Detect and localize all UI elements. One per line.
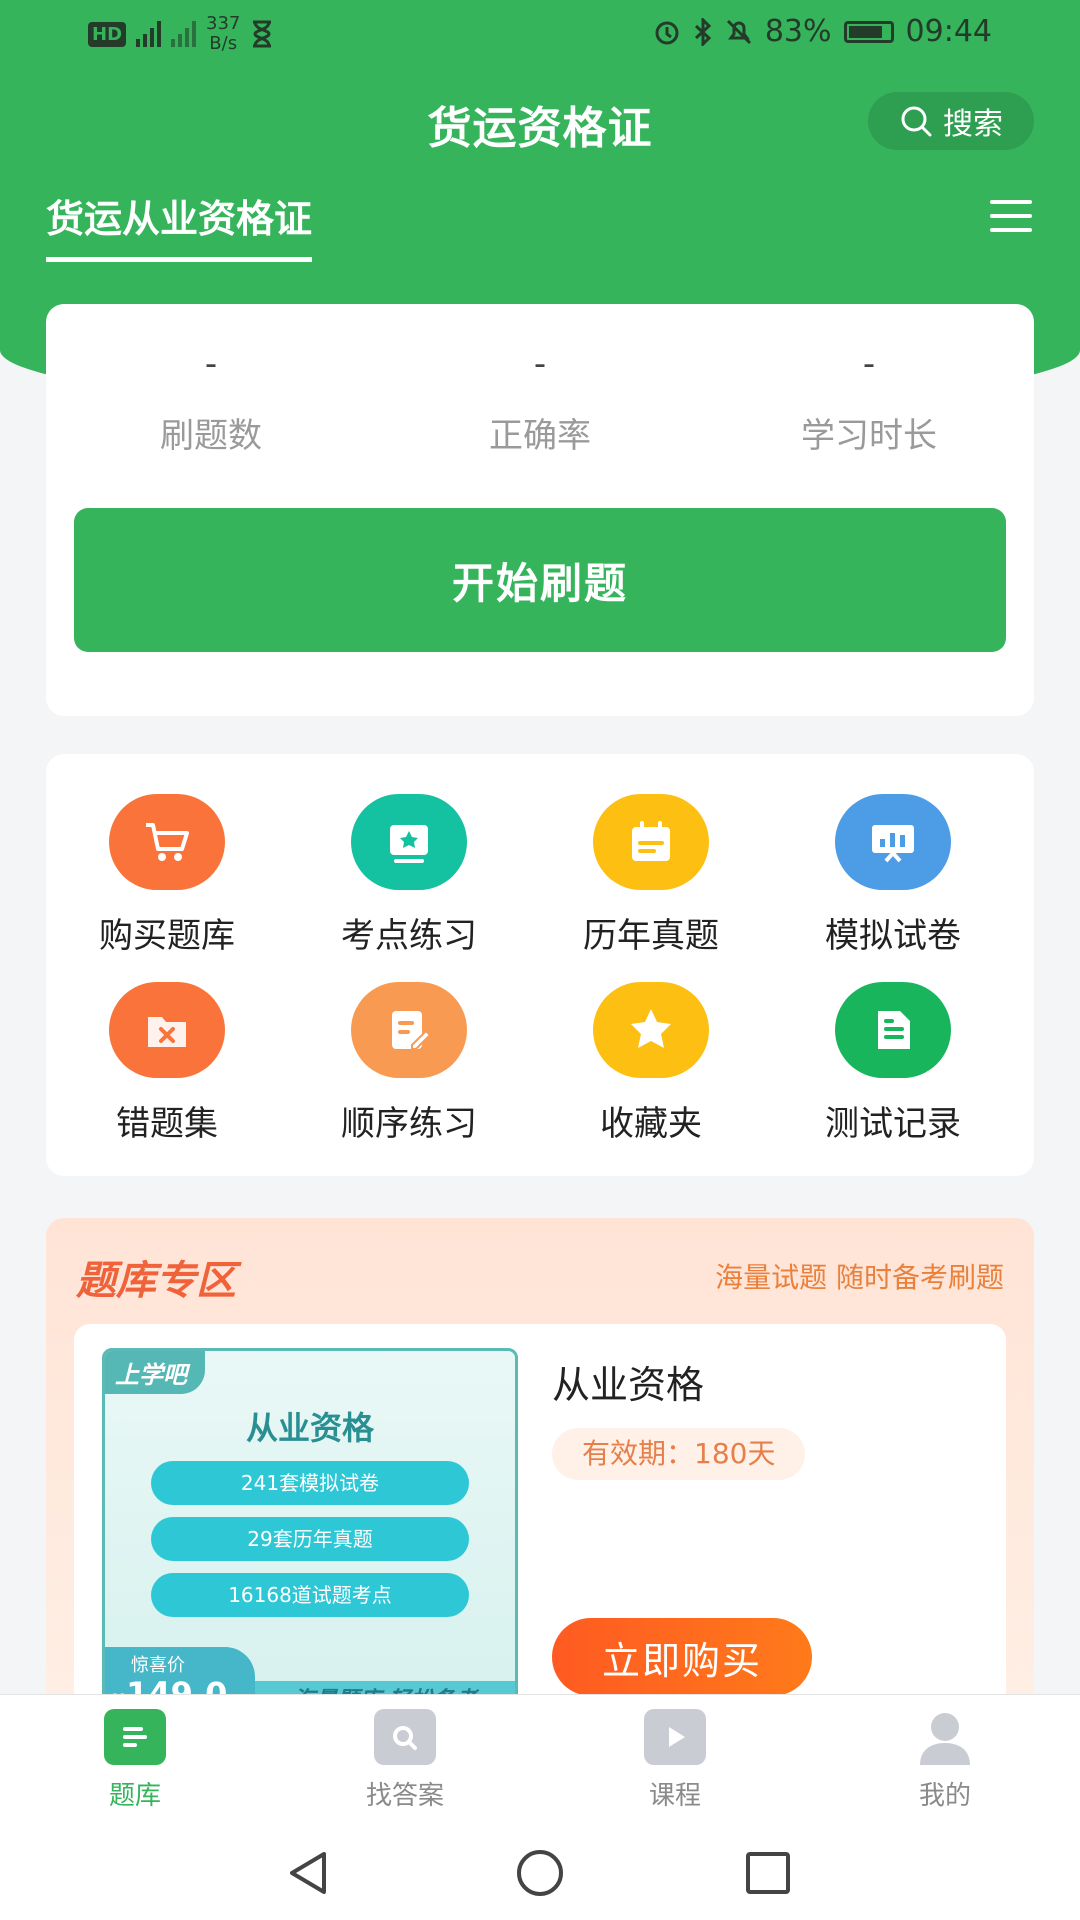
status-bar: HD 337 B/s 83% 09:44 [0,0,1080,68]
product-cover[interactable]: 上学吧 从业资格 241套模拟试卷 29套历年真题 16168道试题考点 惊喜价… [102,1348,518,1698]
tab-label: 找答案 [365,1781,444,1811]
feature-label: 购买题库 [99,916,235,956]
net-speed-unit: B/s [209,33,238,54]
stat-label: 学习时长 [801,416,937,456]
stat-question-count: - 刷题数 [46,344,376,457]
validity-badge: 有效期：180天 [552,1428,806,1480]
user-icon [914,1709,976,1765]
cover-brand: 上学吧 [105,1351,205,1394]
net-speed: 337 B/s [206,14,240,54]
cover-item: 241套模拟试卷 [151,1461,469,1505]
tab-label: 我的 [918,1781,971,1811]
question-bank-icon [104,1709,166,1765]
hd-badge: HD [88,21,127,47]
stat-value: - [862,344,876,384]
back-icon[interactable] [284,1848,332,1898]
cover-item: 16168道试题考点 [151,1573,469,1617]
mute-icon [726,19,751,44]
feature-label: 错题集 [116,1104,218,1144]
bluetooth-icon [694,17,712,46]
video-play-icon [644,1709,706,1765]
feature-favorites[interactable]: 收藏夹 [530,982,772,1145]
signal-2-icon [171,21,197,47]
star-card-icon [351,794,467,890]
presentation-icon [835,794,951,890]
signal-icon [136,21,162,47]
stat-value: - [533,344,547,384]
search-icon [901,106,932,137]
cover-price-box: 惊喜价 ¥149.0 [105,1647,255,1698]
feature-label: 历年真题 [583,916,719,956]
stats-card: - 刷题数 - 正确率 - 学习时长 开始刷题 [46,304,1034,716]
edit-doc-icon [351,982,467,1078]
price-label: 惊喜价 [131,1655,185,1676]
feature-test-records[interactable]: 测试记录 [772,982,1014,1145]
document-icon [835,982,951,1078]
tab-mine[interactable]: 我的 [810,1709,1080,1812]
search-label: 搜索 [943,107,1003,142]
feature-mock-exam[interactable]: 模拟试卷 [772,794,1014,957]
feature-wrong-questions[interactable]: 错题集 [46,982,288,1145]
feature-label: 测试记录 [825,1104,961,1144]
cart-icon [109,794,225,890]
feature-sequential-practice[interactable]: 顺序练习 [288,982,530,1145]
recents-icon[interactable] [744,1848,792,1898]
zone-subtitle: 海量试题 随时备考刷题 [715,1261,1004,1294]
tab-find-answers[interactable]: 找答案 [270,1709,540,1812]
search-answer-icon [374,1709,436,1765]
product-name: 从业资格 [552,1363,705,1407]
calendar-icon [593,794,709,890]
search-button[interactable]: 搜索 [868,92,1034,150]
tab-freight-qualification[interactable]: 货运从业资格证 [46,188,313,262]
question-bank-zone: 题库专区 海量试题 随时备考刷题 上学吧 从业资格 241套模拟试卷 29套历年… [46,1218,1034,1698]
stat-label: 刷题数 [160,416,262,456]
cover-item: 29套历年真题 [151,1517,469,1561]
feature-label: 顺序练习 [341,1104,477,1144]
tab-question-bank[interactable]: 题库 [0,1709,270,1812]
feature-grid: 购买题库 考点练习 历年真题 模拟试卷 错题集 顺序练习 收藏夹 测试记录 [46,754,1034,1176]
product-card[interactable]: 上学吧 从业资格 241套模拟试卷 29套历年真题 16168道试题考点 惊喜价… [74,1324,1006,1698]
net-speed-value: 337 [206,13,241,34]
battery-percent: 83% [764,14,832,49]
bottom-tab-bar: 题库 找答案 课程 我的 [0,1694,1080,1833]
home-icon[interactable] [514,1848,566,1898]
battery-icon [843,20,894,43]
feature-label: 考点练习 [341,916,477,956]
stat-accuracy: - 正确率 [375,344,705,457]
start-practice-button[interactable]: 开始刷题 [74,508,1006,652]
feature-key-point-practice[interactable]: 考点练习 [288,794,530,957]
stat-label: 正确率 [489,416,591,456]
tab-courses[interactable]: 课程 [540,1709,810,1812]
feature-label: 收藏夹 [600,1104,702,1144]
alarm-icon [655,21,679,44]
system-nav-bar [0,1832,1080,1920]
wrong-folder-icon [109,982,225,1078]
feature-past-exams[interactable]: 历年真题 [530,794,772,957]
star-icon [593,982,709,1078]
zone-title: 题库专区 [76,1258,236,1304]
stat-study-time: - 学习时长 [704,344,1034,457]
menu-icon[interactable] [990,200,1032,232]
clock: 09:44 [905,14,992,49]
tab-label: 题库 [108,1781,161,1811]
stat-value: - [204,344,218,384]
tab-label: 课程 [648,1781,701,1811]
buy-now-button[interactable]: 立即购买 [552,1618,812,1696]
hourglass-icon [253,20,272,48]
cover-title: 从业资格 [245,1409,374,1447]
feature-label: 模拟试卷 [825,916,961,956]
feature-buy-question-bank[interactable]: 购买题库 [46,794,288,957]
